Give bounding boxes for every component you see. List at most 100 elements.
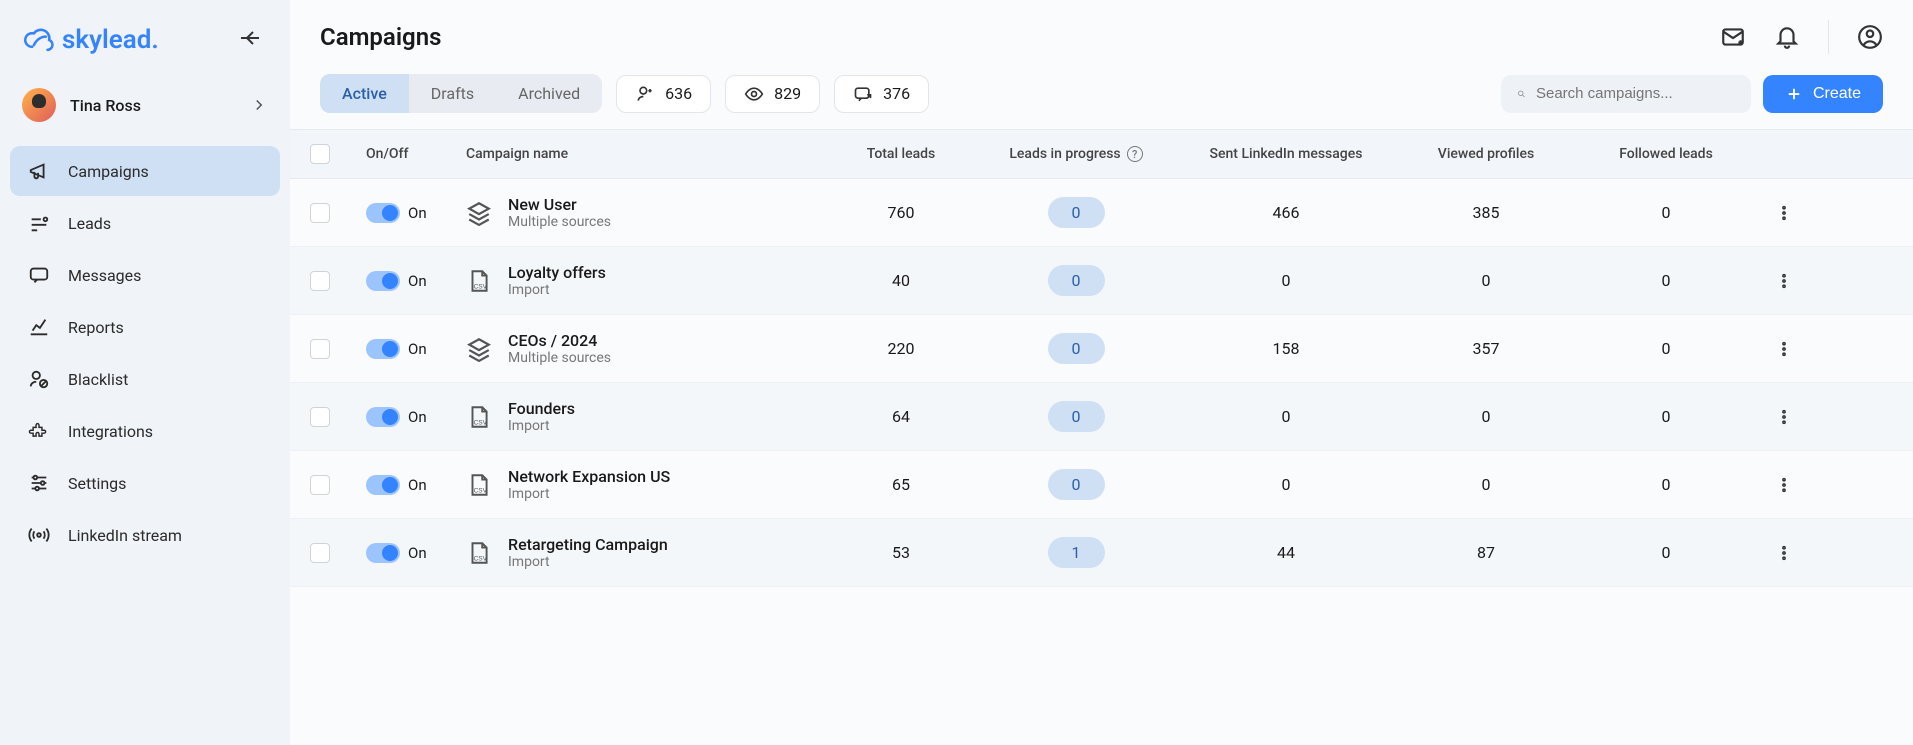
sidebar-item-reports[interactable]: Reports <box>10 302 280 352</box>
layers-icon <box>466 336 492 362</box>
sidebar-item-linkedin-stream[interactable]: LinkedIn stream <box>10 510 280 560</box>
toggle-label: On <box>408 340 427 358</box>
campaign-source: Import <box>508 282 606 298</box>
table-row[interactable]: OnCSVNetwork Expansion USImport650000 <box>290 451 1913 519</box>
col-onoff: On/Off <box>366 146 466 162</box>
row-checkbox[interactable] <box>310 407 330 427</box>
row-toggle[interactable]: On <box>366 203 466 223</box>
table-row[interactable]: OnCSVFoundersImport640000 <box>290 383 1913 451</box>
cell-progress: 0 <box>1048 401 1105 432</box>
sidebar-item-blacklist[interactable]: Blacklist <box>10 354 280 404</box>
search-box[interactable] <box>1501 75 1751 113</box>
cell-followed: 0 <box>1576 543 1756 562</box>
sidebar-collapse-button[interactable] <box>232 20 268 60</box>
cell-sent: 0 <box>1176 407 1396 426</box>
create-label: Create <box>1813 85 1861 103</box>
campaign-source: Multiple sources <box>508 350 611 366</box>
table-row[interactable]: OnCSVLoyalty offersImport400000 <box>290 247 1913 315</box>
cell-viewed: 0 <box>1396 475 1576 494</box>
row-toggle[interactable]: On <box>366 543 466 563</box>
cell-sent: 44 <box>1176 543 1396 562</box>
tab-active[interactable]: Active <box>320 74 409 113</box>
tab-archived[interactable]: Archived <box>496 74 602 113</box>
sidebar-item-integrations[interactable]: Integrations <box>10 406 280 456</box>
eye-icon <box>744 84 764 104</box>
campaign-name: New User <box>508 195 611 214</box>
row-toggle[interactable]: On <box>366 271 466 291</box>
sidebar-item-leads[interactable]: Leads <box>10 198 280 248</box>
sidebar-item-settings[interactable]: Settings <box>10 458 280 508</box>
create-button[interactable]: Create <box>1763 75 1883 113</box>
user-plus-icon <box>635 84 655 104</box>
cell-progress: 1 <box>1048 537 1105 568</box>
campaign-name: Retargeting Campaign <box>508 535 668 554</box>
row-toggle[interactable]: On <box>366 475 466 495</box>
row-more-button[interactable] <box>1756 476 1812 494</box>
table-row[interactable]: OnCSVRetargeting CampaignImport53144870 <box>290 519 1913 587</box>
row-checkbox[interactable] <box>310 203 330 223</box>
cloud-icon <box>22 23 56 57</box>
layers-icon <box>466 200 492 226</box>
profile-icon[interactable] <box>1857 24 1883 50</box>
cell-viewed: 0 <box>1396 407 1576 426</box>
toggle-label: On <box>408 476 427 494</box>
sidebar-item-label: Messages <box>68 266 141 285</box>
cell-progress: 0 <box>1048 469 1105 500</box>
table-row[interactable]: OnCEOs / 2024Multiple sources22001583570 <box>290 315 1913 383</box>
stat-value: 376 <box>883 84 910 103</box>
row-more-button[interactable] <box>1756 408 1812 426</box>
stat-value: 829 <box>774 84 801 103</box>
chart-icon <box>28 316 50 338</box>
help-icon[interactable]: ? <box>1127 146 1143 162</box>
row-checkbox[interactable] <box>310 475 330 495</box>
campaign-name: Loyalty offers <box>508 263 606 282</box>
row-more-button[interactable] <box>1756 272 1812 290</box>
table-row[interactable]: OnNew UserMultiple sources76004663850 <box>290 179 1913 247</box>
campaign-name: Network Expansion US <box>508 467 670 486</box>
cell-sent: 0 <box>1176 475 1396 494</box>
row-toggle[interactable]: On <box>366 407 466 427</box>
bell-icon[interactable] <box>1774 24 1800 50</box>
cell-sent: 158 <box>1176 339 1396 358</box>
broadcast-icon <box>28 524 50 546</box>
cell-followed: 0 <box>1576 203 1756 222</box>
svg-text:CSV: CSV <box>474 487 488 494</box>
page-title: Campaigns <box>320 23 441 51</box>
stat-total-leads[interactable]: 636 <box>616 75 711 113</box>
row-more-button[interactable] <box>1756 204 1812 222</box>
sidebar-item-campaigns[interactable]: Campaigns <box>10 146 280 196</box>
user-menu[interactable]: Tina Ross <box>10 78 280 140</box>
search-input[interactable] <box>1536 85 1735 102</box>
row-more-button[interactable] <box>1756 544 1812 562</box>
col-viewed: Viewed profiles <box>1396 146 1576 162</box>
cell-sent: 466 <box>1176 203 1396 222</box>
user-name: Tina Ross <box>70 96 141 115</box>
mail-plus-icon[interactable] <box>1720 24 1746 50</box>
tab-drafts[interactable]: Drafts <box>409 74 496 113</box>
cell-followed: 0 <box>1576 407 1756 426</box>
message-icon <box>28 264 50 286</box>
row-checkbox[interactable] <box>310 271 330 291</box>
cell-viewed: 357 <box>1396 339 1576 358</box>
message-out-icon <box>853 84 873 104</box>
avatar <box>22 88 56 122</box>
row-checkbox[interactable] <box>310 339 330 359</box>
svg-text:CSV: CSV <box>474 283 488 290</box>
more-vertical-icon <box>1775 204 1793 222</box>
row-checkbox[interactable] <box>310 543 330 563</box>
cell-progress: 0 <box>1048 333 1105 364</box>
svg-text:CSV: CSV <box>474 555 488 562</box>
sidebar-item-label: Campaigns <box>68 162 149 181</box>
row-more-button[interactable] <box>1756 340 1812 358</box>
more-vertical-icon <box>1775 272 1793 290</box>
row-toggle[interactable]: On <box>366 339 466 359</box>
stat-views[interactable]: 829 <box>725 75 820 113</box>
cell-total: 53 <box>826 543 976 562</box>
select-all-checkbox[interactable] <box>310 144 330 164</box>
cell-total: 64 <box>826 407 976 426</box>
cell-total: 220 <box>826 339 976 358</box>
stat-messages[interactable]: 376 <box>834 75 929 113</box>
col-progress: Leads in progress ? <box>976 146 1176 162</box>
csv-file-icon: CSV <box>466 404 492 430</box>
sidebar-item-messages[interactable]: Messages <box>10 250 280 300</box>
